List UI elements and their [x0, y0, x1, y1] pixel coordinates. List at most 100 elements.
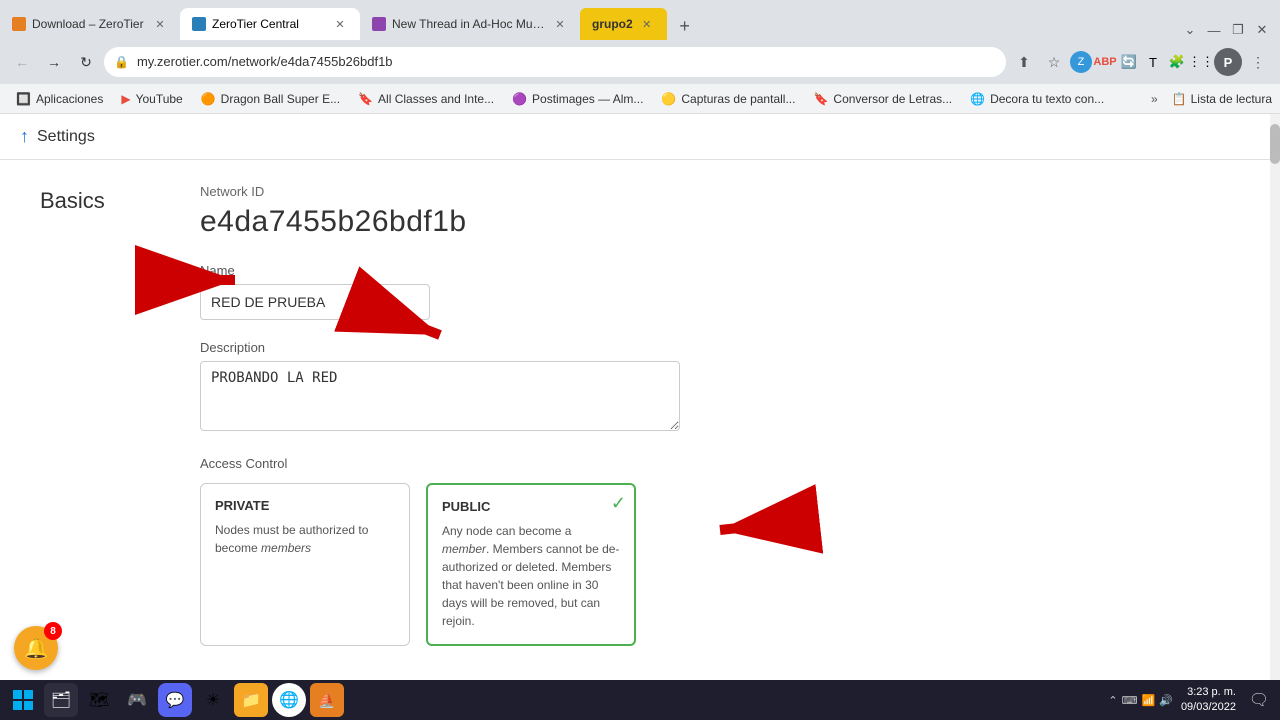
description-textarea[interactable]: [200, 361, 680, 431]
tab-bar: Download – ZeroTier ✕ ZeroTier Central ✕…: [0, 0, 1280, 40]
sys-tray-expand-icon[interactable]: ⌃: [1108, 694, 1117, 707]
bookmark-favicon-dc: 🌐: [970, 92, 985, 106]
minimize-btn[interactable]: —: [1204, 20, 1224, 40]
taskbar-maps-button[interactable]: 🗺: [82, 683, 116, 717]
tab-favicon-3: [372, 17, 386, 31]
public-card-description: Any node can become a member. Members ca…: [442, 522, 620, 630]
form-section: Network ID e4da7455b26bdf1b Name Descrip…: [200, 184, 1240, 666]
keyboard-icon[interactable]: ⌨: [1122, 694, 1138, 707]
public-card-check-icon: ✓: [611, 493, 626, 514]
network-id-value: e4da7455b26bdf1b: [200, 205, 1240, 239]
bookmark-dragonball[interactable]: 🟠 Dragon Ball Super E...: [193, 89, 348, 109]
lock-icon: 🔒: [104, 55, 129, 69]
bookmark-postimages[interactable]: 🟣 Postimages — Alm...: [504, 89, 651, 109]
back-button[interactable]: ←: [8, 48, 36, 76]
tab-close-2[interactable]: ✕: [332, 16, 348, 32]
private-card-description: Nodes must be authorized to become membe…: [215, 521, 395, 557]
address-text: my.zerotier.com/network/e4da7455b26bdf1b: [129, 47, 401, 77]
bookmarks-more-button[interactable]: »: [1143, 89, 1166, 109]
ext-icon-puzzle[interactable]: 🧩: [1166, 51, 1188, 73]
tab-zerotier-central[interactable]: ZeroTier Central ✕: [180, 8, 360, 40]
files-icon: 🗂: [51, 690, 71, 710]
access-control-label: Access Control: [200, 456, 1240, 471]
tab-search-btn[interactable]: ⌄: [1180, 20, 1200, 40]
public-card[interactable]: ✓ PUBLIC Any node can become a member. M…: [426, 483, 636, 646]
taskbar-steam-button[interactable]: 🎮: [120, 683, 154, 717]
reading-list-icon: 📋: [1172, 92, 1187, 106]
share-icon[interactable]: ⬆: [1010, 48, 1038, 76]
tab-favicon-1: [12, 17, 26, 31]
tab-label-3: New Thread in Ad-Hoc Multipla...: [392, 17, 546, 31]
taskbar-time-display: 3:23 p. m.: [1181, 685, 1236, 700]
taskbar-clock[interactable]: 3:23 p. m. 09/03/2022: [1181, 685, 1236, 716]
bookmark-apps[interactable]: 🔲 Aplicaciones: [8, 89, 111, 109]
ext-icon-3[interactable]: 🔄: [1118, 51, 1140, 73]
tab-close-4[interactable]: ✕: [639, 16, 655, 32]
bookmark-favicon-pi: 🟣: [512, 92, 527, 106]
taskbar-browser-button[interactable]: 🌐: [272, 683, 306, 717]
taskbar-notification-button[interactable]: 🗨: [1244, 685, 1274, 715]
bookmark-favicon-ca: 🟡: [661, 92, 676, 106]
notification-badge: 8: [44, 622, 62, 640]
files2-icon: 📁: [241, 690, 261, 710]
ext-icon-6[interactable]: ⋮⋮: [1190, 51, 1212, 73]
tab-favicon-2: [192, 17, 206, 31]
sys-tray: ⌃ ⌨ 📶 🔊: [1108, 694, 1173, 707]
volume-icon[interactable]: 🔊: [1159, 694, 1173, 707]
taskbar-files2-button[interactable]: 📁: [234, 683, 268, 717]
discord-icon: 💬: [166, 691, 185, 709]
zerotier-icon: ⛵: [318, 692, 335, 709]
tab-close-1[interactable]: ✕: [152, 16, 168, 32]
forward-button[interactable]: →: [40, 48, 68, 76]
restore-btn[interactable]: ❐: [1228, 20, 1248, 40]
bookmark-label-pi: Postimages — Alm...: [532, 92, 643, 106]
ext-icon-abp[interactable]: ABP: [1094, 51, 1116, 73]
bookmark-label-cv: Conversor de Letras...: [833, 92, 952, 106]
taskbar-discord-button[interactable]: 💬: [158, 683, 192, 717]
bookmark-classes[interactable]: 🔖 All Classes and Inte...: [350, 89, 502, 109]
bookmark-decora[interactable]: 🌐 Decora tu texto con...: [962, 89, 1112, 109]
new-tab-button[interactable]: +: [671, 12, 699, 40]
tab-new-thread[interactable]: New Thread in Ad-Hoc Multipla... ✕: [360, 8, 580, 40]
network-icon[interactable]: 📶: [1142, 694, 1156, 707]
windows-logo-icon: [12, 689, 34, 711]
bookmark-conversor[interactable]: 🔖 Conversor de Letras...: [805, 89, 960, 109]
taskbar-app5-button[interactable]: ☀: [196, 683, 230, 717]
address-box[interactable]: 🔒 my.zerotier.com/network/e4da7455b26bdf…: [104, 47, 1006, 77]
ext-icon-4[interactable]: T: [1142, 51, 1164, 73]
reading-list-button[interactable]: 📋 Lista de lectura: [1172, 92, 1272, 106]
settings-up-arrow-icon: ↑: [20, 126, 29, 147]
tab-close-3[interactable]: ✕: [552, 16, 568, 32]
bookmark-label-db: Dragon Ball Super E...: [221, 92, 340, 106]
scrollbar-track[interactable]: [1270, 114, 1280, 680]
address-bar: ← → ↻ 🔒 my.zerotier.com/network/e4da7455…: [0, 40, 1280, 84]
name-label: Name: [200, 263, 1240, 278]
access-control-group: Access Control PRIVATE Nodes must be aut…: [200, 456, 1240, 646]
profile-avatar[interactable]: P: [1214, 48, 1242, 76]
menu-icon[interactable]: ⋮: [1244, 48, 1272, 76]
tab-download-zerotier[interactable]: Download – ZeroTier ✕: [0, 8, 180, 40]
settings-title: Settings: [37, 128, 95, 146]
name-input[interactable]: [200, 284, 430, 320]
app5-icon: ☀: [206, 690, 220, 710]
taskbar-start-button[interactable]: [6, 683, 40, 717]
tab-grupo2[interactable]: grupo2 ✕: [580, 8, 667, 40]
bookmark-youtube[interactable]: ▶ YouTube: [113, 89, 190, 109]
private-card[interactable]: PRIVATE Nodes must be authorized to beco…: [200, 483, 410, 646]
bookmark-star-icon[interactable]: ☆: [1040, 48, 1068, 76]
bookmark-label-dc: Decora tu texto con...: [990, 92, 1104, 106]
bookmark-capturas[interactable]: 🟡 Capturas de pantall...: [653, 89, 803, 109]
tab-label-2: ZeroTier Central: [212, 17, 326, 31]
taskbar-files-button[interactable]: 🗂: [44, 683, 78, 717]
close-btn[interactable]: ✕: [1252, 20, 1272, 40]
scrollbar-thumb[interactable]: [1270, 124, 1280, 164]
ext-icon-1[interactable]: Z: [1070, 51, 1092, 73]
taskbar-zerotier-button[interactable]: ⛵: [310, 683, 344, 717]
reload-button[interactable]: ↻: [72, 48, 100, 76]
private-italic: members: [261, 541, 311, 555]
bookmark-label-cl: All Classes and Inte...: [378, 92, 494, 106]
notification-bell[interactable]: 🔔 8: [14, 626, 58, 670]
taskbar-right: ⌃ ⌨ 📶 🔊 3:23 p. m. 09/03/2022 🗨: [1108, 685, 1274, 716]
network-id-group: Network ID e4da7455b26bdf1b: [200, 184, 1240, 239]
bookmark-favicon-cl: 🔖: [358, 92, 373, 106]
